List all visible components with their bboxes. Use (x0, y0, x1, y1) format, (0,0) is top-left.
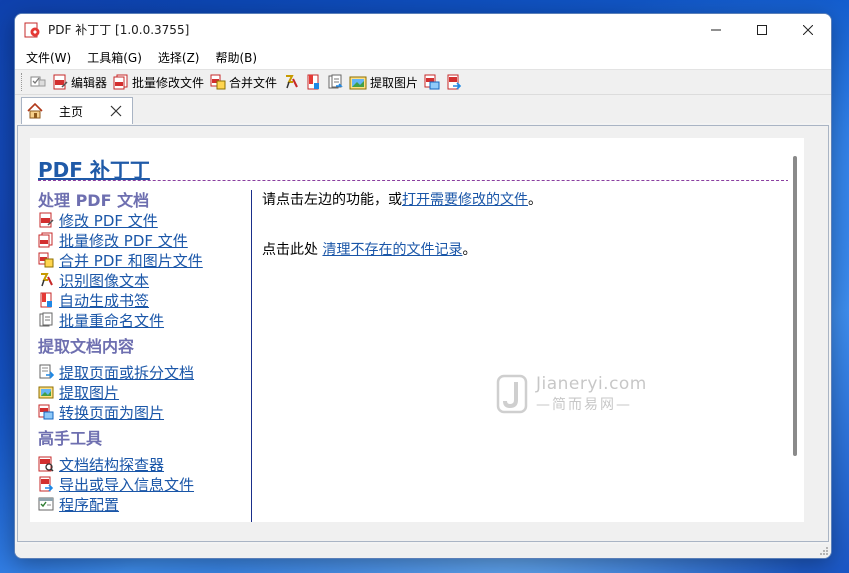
watermark: Jianeryi.com —简而易网— (496, 374, 647, 414)
clean-history-prompt: 点击此处 清理不存在的文件记录。 (262, 242, 477, 258)
pdf-merge-icon (38, 252, 54, 268)
column-divider (251, 190, 252, 522)
link-export-import[interactable]: 导出或导入信息文件 (38, 474, 250, 494)
toolbar-extract-images-label: 提取图片 (370, 75, 419, 90)
menu-toolbox[interactable]: 工具箱(G) (80, 49, 149, 66)
pdf-edit-icon (39, 212, 54, 228)
maximize-icon (757, 24, 767, 35)
menu-select[interactable]: 选择(Z) (151, 49, 207, 66)
link-settings[interactable]: 程序配置 (38, 494, 250, 514)
home-page: PDF 补丁丁 处理 PDF 文档 修改 PDF 文件 批量修改 PDF 文件 … (30, 138, 804, 522)
extract-pages-icon (39, 364, 54, 379)
pdf-edit-icon (53, 74, 68, 90)
close-window-button[interactable] (785, 14, 831, 45)
link-batch-edit-pdf[interactable]: 批量修改 PDF 文件 (38, 230, 250, 250)
minimize-icon (711, 29, 721, 30)
content-frame: PDF 补丁丁 处理 PDF 文档 修改 PDF 文件 批量修改 PDF 文件 … (17, 125, 829, 542)
section-heading-extract: 提取文档内容 (38, 337, 135, 356)
window-title: PDF 补丁丁 [1.0.0.3755] (48, 23, 190, 37)
link-batch-rename[interactable]: 批量重命名文件 (38, 310, 250, 330)
link-edit-pdf[interactable]: 修改 PDF 文件 (38, 210, 250, 230)
rename-icon (39, 312, 53, 327)
close-icon (803, 24, 813, 35)
checkbox-icon (30, 76, 46, 87)
home-icon (27, 102, 43, 119)
pdf-batch-icon (113, 74, 128, 90)
watermark-logo-icon (496, 374, 528, 414)
pdf-batch-icon (38, 232, 53, 248)
tab-home-label: 主页 (59, 104, 84, 119)
settings-icon (38, 497, 54, 511)
scrollbar-thumb[interactable] (793, 156, 797, 456)
maximize-button[interactable] (739, 14, 785, 45)
link-auto-bookmark[interactable]: 自动生成书签 (38, 290, 250, 310)
ocr-icon (41, 273, 53, 287)
ocr-icon (286, 75, 298, 89)
toolbar-rename-button[interactable] (325, 71, 345, 93)
watermark-site: Jianeryi.com (536, 374, 647, 394)
menu-bar: 文件(W) 工具箱(G) 选择(Z) 帮助(B) (15, 45, 831, 69)
tab-home[interactable]: 主页 (21, 97, 133, 124)
toolbar-editor-button[interactable]: 编辑器 (50, 71, 109, 93)
export-import-icon (39, 476, 54, 492)
menu-file[interactable]: 文件(W) (19, 49, 78, 66)
tab-strip: 主页 (15, 95, 831, 124)
toolbar-export-button[interactable] (444, 71, 464, 93)
app-window: PDF 补丁丁 [1.0.0.3755] 文件(W) 工具箱(G) 选择(Z) … (14, 13, 832, 559)
bookmark-icon (307, 74, 320, 90)
link-extract-images[interactable]: 提取图片 (38, 382, 250, 402)
link-ocr[interactable]: 识别图像文本 (38, 270, 250, 290)
watermark-tagline: —简而易网— (536, 397, 632, 413)
menu-help[interactable]: 帮助(B) (209, 49, 265, 66)
vertical-scrollbar[interactable] (788, 138, 804, 522)
toolbar-batch-button[interactable]: 批量修改文件 (111, 71, 206, 93)
link-page-to-image[interactable]: 转换页面为图片 (38, 402, 250, 422)
page-title[interactable]: PDF 补丁丁 (38, 154, 150, 183)
feature-list: 处理 PDF 文档 修改 PDF 文件 批量修改 PDF 文件 合并 PDF 和… (38, 190, 250, 514)
page-to-image-icon (38, 404, 54, 420)
toolbar-merge-label: 合并文件 (229, 75, 278, 90)
minimize-button[interactable] (693, 14, 739, 45)
title-bar[interactable]: PDF 补丁丁 [1.0.0.3755] (15, 14, 831, 45)
toolbar-grip[interactable] (21, 73, 24, 91)
section-heading-expert: 高手工具 (38, 429, 103, 448)
tab-close-button[interactable] (110, 105, 122, 117)
open-file-prompt: 请点击左边的功能，或打开需要修改的文件。 (262, 192, 542, 208)
toolbar-check-button[interactable] (28, 71, 48, 93)
extract-images-icon (349, 76, 367, 90)
resize-grip-icon[interactable] (819, 546, 829, 556)
link-structure-inspector[interactable]: 文档结构探查器 (38, 454, 250, 474)
info-panel: 请点击左边的功能，或打开需要修改的文件。 点击此处 清理不存在的文件记录。 (262, 190, 782, 260)
close-icon (110, 105, 122, 117)
toolbar-batch-label: 批量修改文件 (132, 75, 205, 90)
link-extract-pages[interactable]: 提取页面或拆分文档 (38, 362, 250, 382)
open-file-link[interactable]: 打开需要修改的文件 (402, 192, 528, 208)
pdf-merge-icon (210, 74, 226, 90)
toolbar-page-to-image-button[interactable] (422, 71, 442, 93)
toolbar-merge-button[interactable]: 合并文件 (208, 71, 279, 93)
link-merge-pdf[interactable]: 合并 PDF 和图片文件 (38, 250, 250, 270)
toolbar-editor-label: 编辑器 (71, 75, 108, 90)
clean-history-link[interactable]: 清理不存在的文件记录 (322, 242, 462, 258)
toolbar-bookmark-button[interactable] (303, 71, 323, 93)
toolbar-extract-images-button[interactable]: 提取图片 (347, 71, 420, 93)
toolbar: 编辑器 批量修改文件 合并文件 提取图片 (15, 69, 831, 95)
status-bar (15, 544, 831, 558)
extract-images-icon (38, 386, 54, 399)
export-import-icon (447, 74, 462, 90)
title-divider (38, 180, 794, 181)
rename-icon (328, 74, 343, 89)
structure-inspector-icon (38, 456, 54, 472)
bookmark-icon (40, 292, 52, 308)
toolbar-ocr-button[interactable] (281, 71, 301, 93)
page-to-image-icon (424, 74, 440, 90)
app-logo-icon (24, 22, 40, 38)
